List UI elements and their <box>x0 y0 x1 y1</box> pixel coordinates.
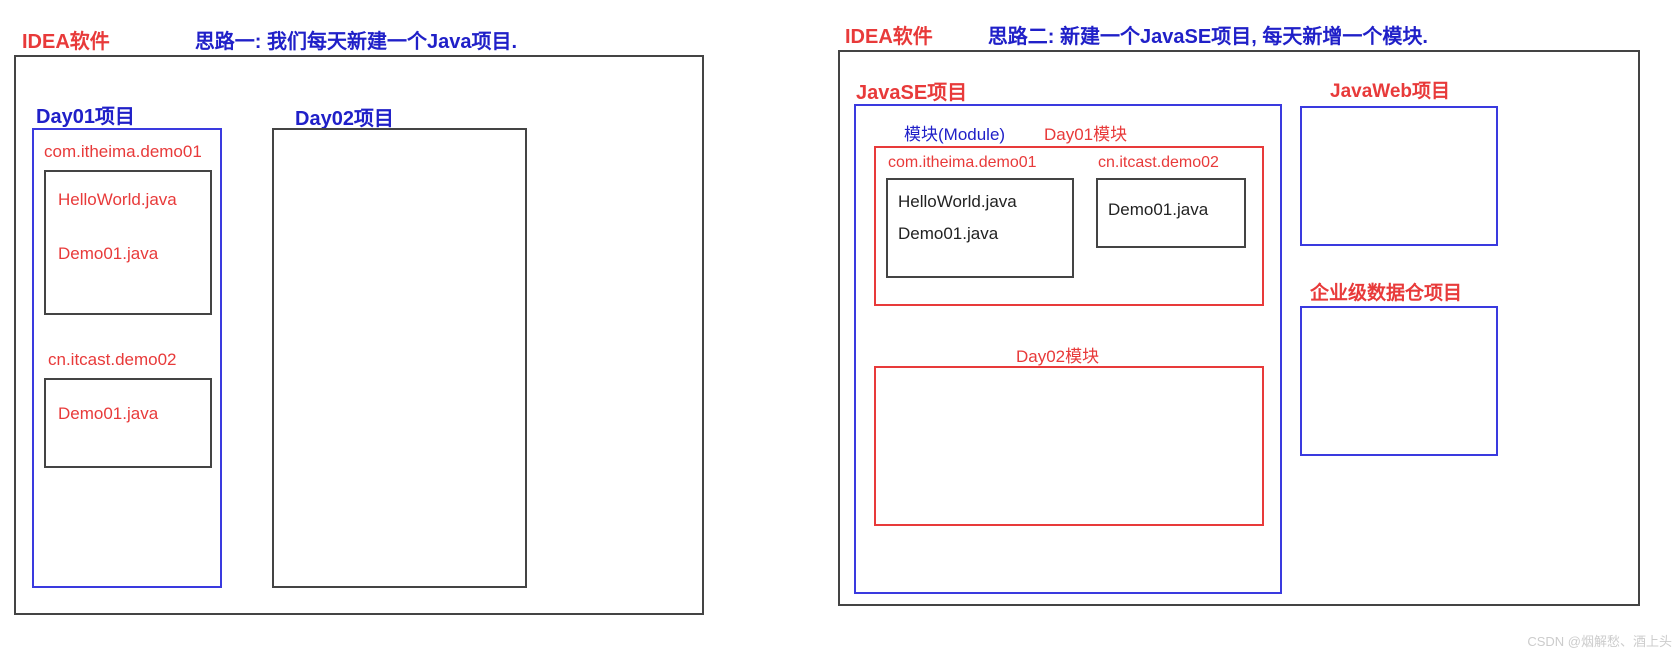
day01-title: Day01项目 <box>36 100 135 129</box>
package-label-itheima-r: com.itheima.demo01 <box>888 154 1037 172</box>
package-label-itcast: cn.itcast.demo02 <box>48 350 177 370</box>
file-demo01-b: Demo01.java <box>58 404 198 424</box>
watermark: CSDN @烟解愁、酒上头 <box>1527 631 1672 650</box>
day01-project-box: com.itheima.demo01 HelloWorld.java Demo0… <box>32 128 222 588</box>
idea-outer-right-box: JavaSE项目 模块(Module) Day01模块 com.itheima.… <box>838 50 1640 606</box>
approach-1-label: 思路一: 我们每天新建一个Java项目. <box>195 31 517 53</box>
package-box-itheima: HelloWorld.java Demo01.java <box>44 170 212 315</box>
module-day02-label: Day02模块 <box>1016 342 1099 367</box>
enterprise-warehouse-title: 企业级数据仓项目 <box>1310 278 1462 305</box>
module-day02-box <box>874 366 1264 526</box>
package-box-itcast-r: Demo01.java <box>1096 178 1246 248</box>
right-header: IDEA软件 思路二: 新建一个JavaSE项目, 每天新增一个模块. <box>845 20 1428 49</box>
javaweb-project-box <box>1300 106 1498 246</box>
package-label-itheima: com.itheima.demo01 <box>44 142 202 162</box>
javase-title: JavaSE项目 <box>856 76 967 105</box>
file-helloworld: HelloWorld.java <box>58 190 198 210</box>
javaweb-title: JavaWeb项目 <box>1330 76 1450 103</box>
day02-title: Day02项目 <box>295 102 394 131</box>
package-box-itheima-r: HelloWorld.java Demo01.java <box>886 178 1074 278</box>
javase-project-box: 模块(Module) Day01模块 com.itheima.demo01 He… <box>854 104 1282 594</box>
module-day01-label: Day01模块 <box>1044 120 1127 145</box>
enterprise-warehouse-box <box>1300 306 1498 456</box>
package-label-itcast-r: cn.itcast.demo02 <box>1098 154 1219 172</box>
left-header: IDEA软件 思路一: 我们每天新建一个Java项目. <box>22 25 517 54</box>
file-demo01-r2: Demo01.java <box>1108 200 1234 220</box>
idea-label-right: IDEA软件 <box>845 26 933 48</box>
package-box-itcast: Demo01.java <box>44 378 212 468</box>
file-demo01: Demo01.java <box>58 244 198 264</box>
module-label: 模块(Module) <box>904 120 1005 145</box>
idea-label-left: IDEA软件 <box>22 31 110 53</box>
day02-project-box <box>272 128 527 588</box>
module-day01-box: com.itheima.demo01 HelloWorld.java Demo0… <box>874 146 1264 306</box>
file-demo01-r: Demo01.java <box>898 224 1062 244</box>
approach-2-label: 思路二: 新建一个JavaSE项目, 每天新增一个模块. <box>988 26 1428 48</box>
file-helloworld-r: HelloWorld.java <box>898 192 1062 212</box>
